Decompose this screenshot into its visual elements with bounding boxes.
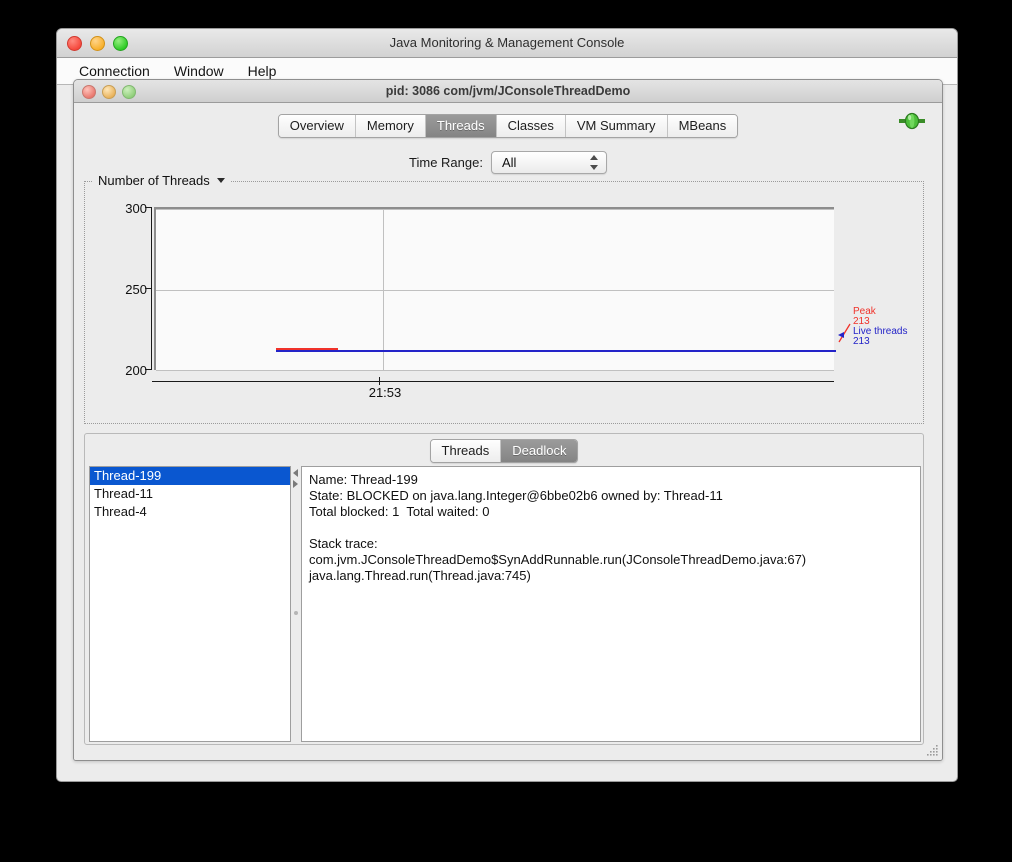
time-range-select[interactable]: All: [490, 150, 607, 174]
split-pane-divider[interactable]: [291, 466, 301, 742]
menu-connection[interactable]: Connection: [67, 61, 162, 81]
window-titlebar[interactable]: Java Monitoring & Management Console: [57, 29, 957, 58]
time-range-label: Time Range:: [409, 154, 483, 170]
gridline-300: [156, 209, 834, 210]
y-tick-250: 250: [125, 282, 147, 297]
y-axis-tick-200: [145, 369, 152, 370]
time-range-value: All: [501, 154, 517, 170]
main-window: Java Monitoring & Management Console Con…: [56, 28, 958, 782]
tab-overview[interactable]: Overview: [278, 115, 356, 137]
y-tick-300: 300: [125, 201, 147, 216]
split-pane-grip[interactable]: [294, 611, 298, 615]
chart-groupbox: Number of Threads 300 250 200 21:53 Peak…: [84, 173, 924, 424]
detail-stacktrace-heading: Stack trace:: [309, 536, 378, 551]
list-item[interactable]: Thread-11: [90, 485, 290, 503]
internal-frame: pid: 3086 com/jvm/JConsoleThreadDemo Ove…: [73, 79, 943, 761]
tab-threads[interactable]: Threads: [425, 115, 497, 137]
thread-detail-text[interactable]: Name: Thread-199 State: BLOCKED on java.…: [301, 466, 921, 742]
main-tabstrip: Overview Memory Threads Classes VM Summa…: [277, 114, 739, 138]
collapse-right-icon[interactable]: [293, 480, 298, 488]
x-axis-tick: [379, 377, 380, 385]
legend-live-value: 213: [853, 336, 870, 347]
split-pane: Thread-199 Thread-11 Thread-4 Name: Thre…: [89, 466, 921, 742]
tab-mbeans[interactable]: MBeans: [667, 115, 738, 137]
window-title: Java Monitoring & Management Console: [389, 35, 625, 50]
thread-list[interactable]: Thread-199 Thread-11 Thread-4: [89, 466, 291, 742]
detail-counts: Total blocked: 1 Total waited: 0: [309, 504, 490, 519]
detail-state: State: BLOCKED on java.lang.Integer@6bbe…: [309, 488, 723, 503]
detail-stacktrace-frame-2: java.lang.Thread.run(Thread.java:745): [309, 568, 531, 583]
list-item[interactable]: Thread-4: [90, 503, 290, 521]
connected-plug-icon[interactable]: [898, 111, 926, 131]
internal-frame-title: pid: 3086 com/jvm/JConsoleThreadDemo: [385, 84, 631, 98]
gridline-250: [156, 290, 834, 291]
threads-chart: 300 250 200 21:53 Peak 213 Live threads …: [85, 182, 923, 423]
tab-deadlock[interactable]: Deadlock: [501, 440, 578, 462]
bottom-tabbar: Threads Deadlock: [85, 439, 923, 463]
y-axis-tick-300: [145, 207, 152, 208]
tab-classes[interactable]: Classes: [496, 115, 566, 137]
bottom-tabstrip: Threads Deadlock: [429, 439, 579, 463]
stepper-arrows-icon[interactable]: [590, 154, 599, 170]
resize-grip[interactable]: [925, 743, 939, 757]
menu-help[interactable]: Help: [236, 61, 289, 81]
tab-threads-list[interactable]: Threads: [430, 440, 502, 462]
menu-window[interactable]: Window: [162, 61, 236, 81]
internal-frame-titlebar[interactable]: pid: 3086 com/jvm/JConsoleThreadDemo: [74, 80, 942, 103]
y-tick-200: 200: [125, 363, 147, 378]
gridline-2153: [383, 209, 384, 370]
chart-plot-area[interactable]: [154, 207, 836, 371]
threads-detail-panel: Threads Deadlock Thread-199 Thread-11 Th…: [84, 433, 924, 745]
detail-name: Name: Thread-199: [309, 472, 418, 487]
y-axis-tick-250: [145, 288, 152, 289]
tab-vm-summary[interactable]: VM Summary: [565, 115, 668, 137]
collapse-left-icon[interactable]: [293, 469, 298, 477]
list-item[interactable]: Thread-199: [90, 467, 290, 485]
gridline-200: [156, 370, 834, 371]
x-tick-label: 21:53: [368, 385, 402, 400]
detail-spacer: [309, 520, 913, 536]
main-tabbar: Overview Memory Threads Classes VM Summa…: [74, 111, 942, 141]
internal-frame-body: Overview Memory Threads Classes VM Summa…: [74, 103, 942, 760]
tab-memory[interactable]: Memory: [355, 115, 426, 137]
detail-stacktrace-frame-1: com.jvm.JConsoleThreadDemo$SynAddRunnabl…: [309, 552, 807, 567]
x-axis-line: [152, 381, 834, 382]
series-line-live: [276, 350, 836, 352]
